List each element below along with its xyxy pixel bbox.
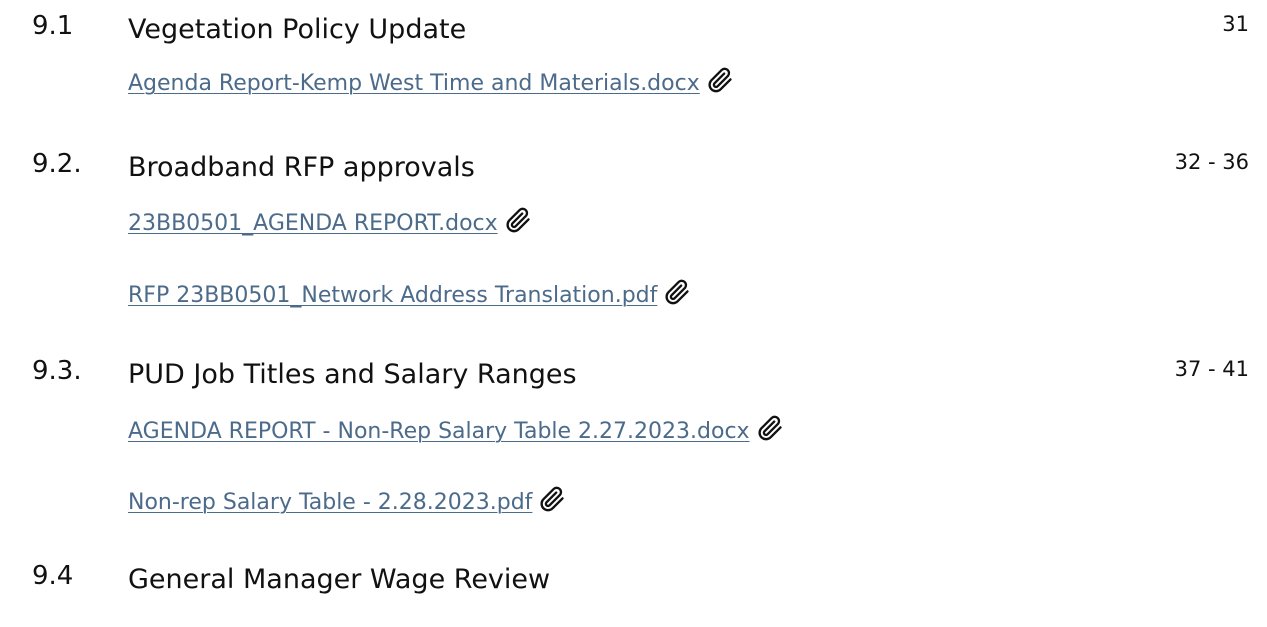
item-pages: 31 (1222, 12, 1249, 36)
attachment: Agenda Report-Kemp West Time and Materia… (128, 66, 734, 98)
item-number: 9.4 (32, 561, 74, 591)
item-title: Broadband RFP approvals (128, 152, 475, 183)
attachment-link[interactable]: RFP 23BB0501_Network Address Translation… (128, 283, 657, 308)
attachment-link[interactable]: Agenda Report-Kemp West Time and Materia… (128, 71, 700, 96)
paperclip-icon[interactable] (538, 485, 566, 513)
item-title: General Manager Wage Review (128, 564, 551, 595)
item-number: 9.1 (32, 11, 74, 41)
item-pages: 32 - 36 (1174, 150, 1249, 174)
attachment: Non-rep Salary Table - 2.28.2023.pdf (128, 485, 566, 517)
paperclip-icon[interactable] (504, 206, 532, 234)
attachment: AGENDA REPORT - Non-Rep Salary Table 2.2… (128, 414, 784, 446)
item-number: 9.3. (32, 356, 82, 386)
paperclip-icon[interactable] (756, 414, 784, 442)
paperclip-icon[interactable] (663, 278, 691, 306)
agenda-page: 9.1 Vegetation Policy Update 31 Agenda R… (0, 0, 1267, 627)
item-title: PUD Job Titles and Salary Ranges (128, 359, 577, 390)
attachment: RFP 23BB0501_Network Address Translation… (128, 278, 691, 310)
item-pages: 37 - 41 (1174, 357, 1249, 381)
attachment-link[interactable]: 23BB0501_AGENDA REPORT.docx (128, 211, 498, 236)
attachment: 23BB0501_AGENDA REPORT.docx (128, 206, 532, 238)
item-title: Vegetation Policy Update (128, 14, 467, 45)
item-number: 9.2. (32, 149, 82, 179)
attachment-link[interactable]: AGENDA REPORT - Non-Rep Salary Table 2.2… (128, 419, 750, 444)
attachment-link[interactable]: Non-rep Salary Table - 2.28.2023.pdf (128, 490, 532, 515)
paperclip-icon[interactable] (706, 66, 734, 94)
